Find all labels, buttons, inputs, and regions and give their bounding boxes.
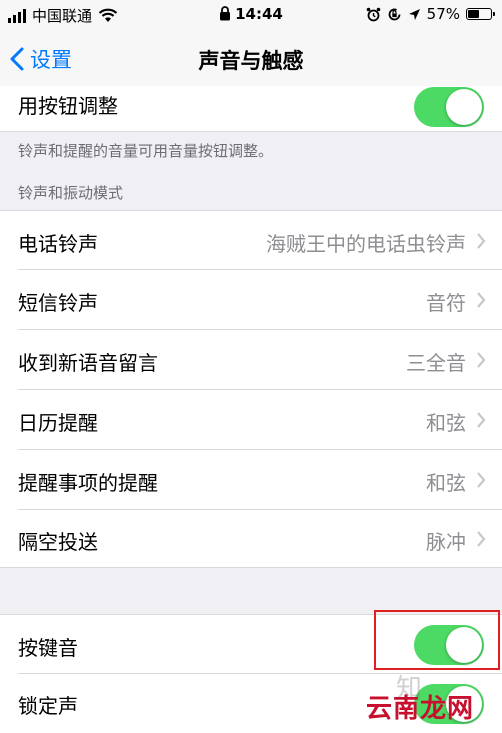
lock-icon	[220, 6, 231, 21]
chevron-right-icon	[477, 352, 486, 368]
list-item-airdrop[interactable]: 隔空投送 脉冲	[0, 510, 502, 568]
row-label: 电话铃声	[18, 232, 98, 256]
row-label: 锁定声	[18, 694, 78, 718]
row-label: 短信铃声	[18, 291, 98, 315]
battery-icon	[466, 8, 495, 20]
status-bar: 中国联通 14:44 57%	[0, 0, 502, 30]
volume-buttons-toggle[interactable]	[414, 87, 484, 127]
page-title: 声音与触感	[198, 49, 304, 73]
list-item-phone-ringtone[interactable]: 电话铃声 海贼王中的电话虫铃声	[0, 210, 502, 270]
row-label: 日历提醒	[18, 411, 98, 435]
row-label: 收到新语音留言	[18, 351, 158, 375]
alarm-icon	[366, 7, 380, 21]
list-item-new-voicemail[interactable]: 收到新语音留言 三全音	[0, 330, 502, 390]
rotation-lock-icon	[388, 8, 401, 20]
section-header: 铃声和振动模式	[18, 184, 124, 202]
row-value: 和弦	[426, 471, 466, 495]
chevron-right-icon	[477, 292, 486, 308]
list-item-reminder-alerts[interactable]: 提醒事项的提醒 和弦	[0, 450, 502, 510]
row-value: 音符	[426, 291, 466, 315]
battery-percent: 57%	[426, 5, 460, 23]
row-label: 用按钮调整	[18, 94, 118, 118]
list-item-text-tone[interactable]: 短信铃声 音符	[0, 270, 502, 330]
chevron-right-icon	[477, 531, 486, 547]
volume-buttons-row: 用按钮调整	[0, 86, 502, 132]
list-item-calendar-alerts[interactable]: 日历提醒 和弦	[0, 390, 502, 450]
chevron-right-icon	[477, 233, 486, 249]
row-label: 提醒事项的提醒	[18, 471, 158, 495]
row-value: 海贼王中的电话虫铃声	[266, 232, 466, 256]
row-value: 三全音	[406, 351, 466, 375]
watermark: 云南龙网	[366, 694, 475, 724]
chevron-right-icon	[477, 472, 486, 488]
chevron-right-icon	[477, 412, 486, 428]
location-icon	[408, 8, 420, 20]
highlight-box	[374, 610, 500, 670]
volume-note: 铃声和提醒的音量可用音量按钮调整。	[18, 142, 274, 160]
navigation-bar: 设置 声音与触感	[0, 30, 502, 86]
row-value: 和弦	[426, 411, 466, 435]
row-value: 脉冲	[426, 530, 466, 554]
clock: 14:44	[235, 5, 283, 23]
row-label: 隔空投送	[18, 530, 98, 554]
row-label: 按键音	[18, 636, 78, 660]
